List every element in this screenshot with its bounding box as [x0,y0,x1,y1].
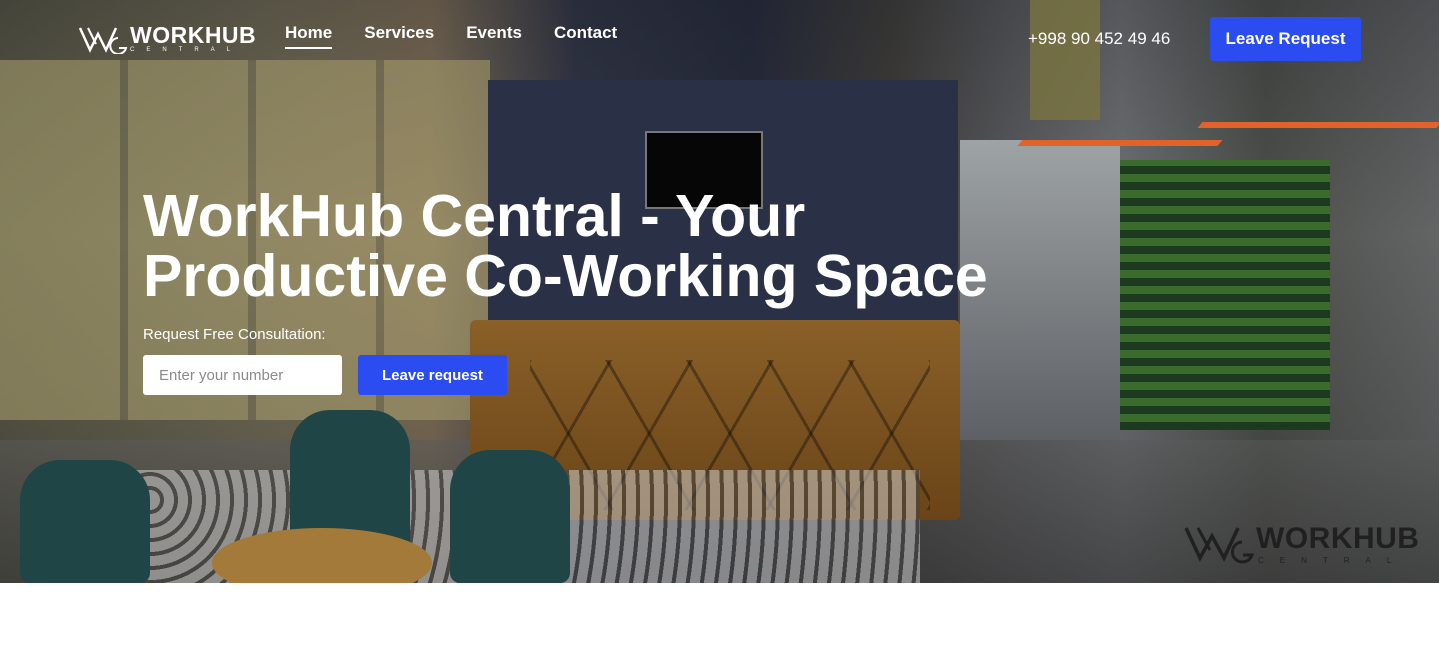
watermark-logo: WORKHUB CENTRAL [1184,520,1424,570]
main-nav: Home Services Events Contact [285,23,617,49]
ceiling-duct-image [1030,0,1100,120]
logo-subtext: CENTRAL [130,47,243,53]
submit-request-button[interactable]: Leave request [358,355,507,395]
leave-request-button[interactable]: Leave Request [1210,17,1361,61]
logo-mark-icon [78,27,128,54]
hero-title-line2: Productive Co-Working Space [143,243,988,309]
hero-title-line1: WorkHub Central - Your [143,183,806,249]
logo-text: WORKHUB [130,22,257,48]
green-wall-image [1120,160,1330,430]
nav-home[interactable]: Home [285,23,333,49]
watermark-text: WORKHUB [1256,522,1420,555]
armchair-image [20,460,150,583]
phone-number-input[interactable] [143,355,342,395]
consultation-label: Request Free Consultation: [143,326,326,343]
nav-contact[interactable]: Contact [554,23,617,49]
nav-services[interactable]: Services [364,23,434,49]
phone-number-link[interactable]: +998 90 452 49 46 [1028,29,1170,49]
nav-events[interactable]: Events [466,23,522,49]
armchair-image [450,450,570,583]
ceiling-light-image [1197,122,1439,128]
hero-section: WORKHUB CENTRAL Home Services Events Con… [0,0,1439,583]
site-logo[interactable]: WORKHUB CENTRAL [78,22,257,56]
hero-title: WorkHub Central - Your Productive Co-Wor… [143,186,1003,306]
watermark-mark-icon [1184,527,1255,564]
ceiling-light-image [1017,140,1223,146]
watermark-subtext: CENTRAL [1258,556,1408,565]
